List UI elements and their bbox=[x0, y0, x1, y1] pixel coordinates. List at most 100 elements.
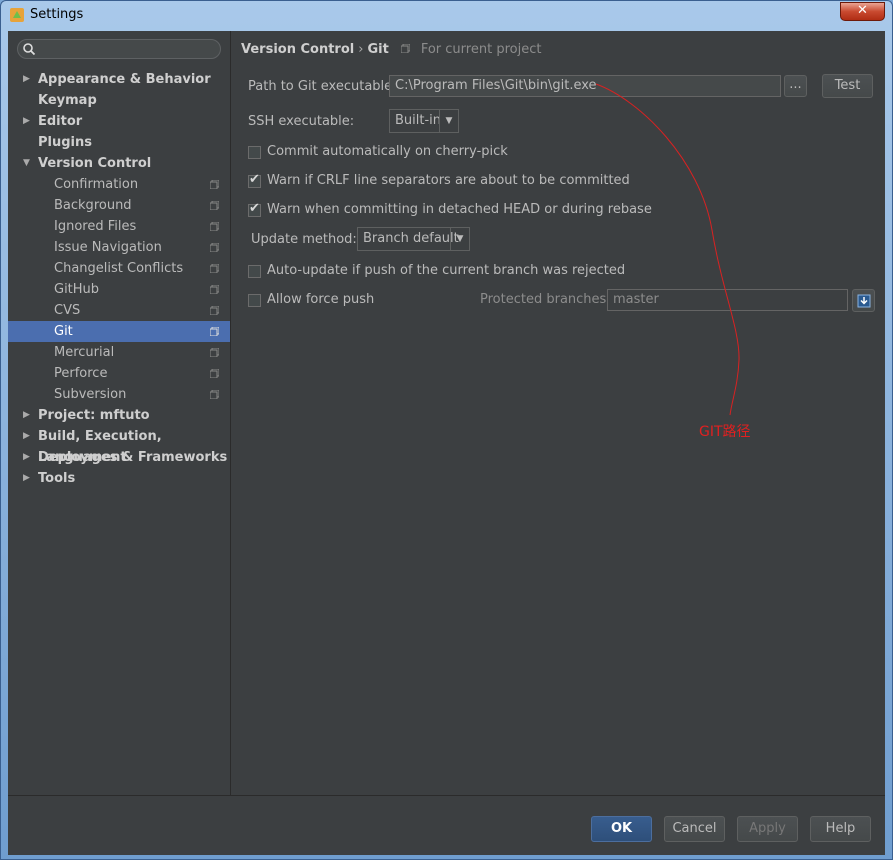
test-button[interactable]: Test bbox=[822, 74, 873, 98]
check-icon: ✔ bbox=[249, 201, 260, 216]
project-scope-icon bbox=[210, 222, 219, 231]
expand-arrow-icon[interactable]: ▶ bbox=[23, 426, 30, 447]
settings-window: Settings ✕ ▶ Appearance & Behavior Keyma… bbox=[0, 0, 893, 860]
for-current-project-note: For current project bbox=[420, 42, 542, 57]
sidebar-item-ignored-files[interactable]: Ignored Files bbox=[8, 216, 230, 237]
sidebar-item-label: Confirmation bbox=[54, 177, 139, 192]
ssh-label: SSH executable: bbox=[248, 114, 355, 129]
search-input[interactable] bbox=[17, 39, 221, 59]
collapse-arrow-icon[interactable]: ▼ bbox=[23, 153, 30, 174]
update-method-select[interactable]: Branch default ▼ bbox=[357, 227, 470, 251]
update-method-selected-value: Branch default bbox=[363, 231, 459, 246]
window-title: Settings bbox=[30, 7, 84, 22]
sidebar-item-perforce[interactable]: Perforce bbox=[8, 363, 230, 384]
sidebar-item-github[interactable]: GitHub bbox=[8, 279, 230, 300]
auto-update-checkbox[interactable] bbox=[248, 265, 261, 278]
sidebar-item-label: GitHub bbox=[54, 282, 100, 297]
sidebar-item-confirmation[interactable]: Confirmation bbox=[8, 174, 230, 195]
update-method-label: Update method: bbox=[251, 232, 357, 247]
project-scope-icon bbox=[210, 306, 219, 315]
sidebar-item-subversion[interactable]: Subversion bbox=[8, 384, 230, 405]
protected-branches-input[interactable]: master bbox=[607, 289, 848, 311]
sidebar-item-label: Keymap bbox=[38, 93, 97, 108]
expand-arrow-icon[interactable]: ▶ bbox=[23, 405, 30, 426]
settings-sidebar: ▶ Appearance & Behavior Keymap ▶ Editor … bbox=[8, 31, 231, 795]
sidebar-item-cvs[interactable]: CVS bbox=[8, 300, 230, 321]
sidebar-item-keymap[interactable]: Keymap bbox=[8, 90, 230, 111]
ok-button[interactable]: OK bbox=[591, 816, 652, 842]
help-button[interactable]: Help bbox=[810, 816, 871, 842]
sidebar-item-changelist-conflicts[interactable]: Changelist Conflicts bbox=[8, 258, 230, 279]
sidebar-item-label: Git bbox=[54, 324, 73, 339]
annotation-text: GIT路径 bbox=[699, 424, 751, 440]
search-icon bbox=[23, 43, 36, 56]
protected-branches-label: Protected branches: bbox=[480, 292, 611, 307]
expand-arrow-icon[interactable]: ▶ bbox=[23, 447, 30, 468]
sidebar-item-label: Ignored Files bbox=[54, 219, 137, 234]
ssh-executable-select[interactable]: Built-in ▼ bbox=[389, 109, 459, 133]
title-bar[interactable]: Settings ✕ bbox=[1, 1, 892, 31]
git-path-input[interactable]: C:\Program Files\Git\bin\git.exe bbox=[389, 75, 781, 97]
cancel-button[interactable]: Cancel bbox=[664, 816, 725, 842]
close-button[interactable]: ✕ bbox=[840, 2, 885, 21]
sidebar-item-label: Subversion bbox=[54, 387, 127, 402]
expand-arrow-icon[interactable]: ▶ bbox=[23, 468, 30, 489]
sidebar-item-project[interactable]: ▶ Project: mftuto bbox=[8, 405, 230, 426]
chevron-down-icon[interactable]: ▼ bbox=[450, 228, 469, 250]
sidebar-item-label: Languages & Frameworks bbox=[38, 450, 228, 465]
crlf-checkbox[interactable]: ✔ bbox=[248, 172, 261, 188]
sidebar-item-plugins[interactable]: Plugins bbox=[8, 132, 230, 153]
breadcrumb-git: Git bbox=[367, 42, 389, 57]
sidebar-item-label: Appearance & Behavior bbox=[38, 72, 211, 87]
sidebar-item-mercurial[interactable]: Mercurial bbox=[8, 342, 230, 363]
breadcrumb-separator: › bbox=[358, 42, 364, 57]
project-scope-icon bbox=[210, 285, 219, 294]
path-label: Path to Git executable: bbox=[248, 79, 397, 94]
check-icon: ✔ bbox=[249, 172, 260, 187]
sidebar-item-appearance[interactable]: ▶ Appearance & Behavior bbox=[8, 69, 230, 90]
dialog-footer: OK Cancel Apply Help bbox=[8, 795, 885, 855]
project-scope-icon bbox=[210, 243, 219, 252]
project-scope-icon bbox=[400, 43, 411, 54]
project-scope-icon bbox=[210, 390, 219, 399]
sidebar-item-label: Issue Navigation bbox=[54, 240, 162, 255]
download-icon bbox=[857, 294, 870, 308]
detached-head-label: Warn when committing in detached HEAD or… bbox=[267, 202, 652, 217]
settings-client: ▶ Appearance & Behavior Keymap ▶ Editor … bbox=[8, 31, 885, 855]
sidebar-item-label: Plugins bbox=[38, 135, 92, 150]
force-push-label: Allow force push bbox=[267, 292, 375, 307]
intellij-app-icon bbox=[10, 8, 24, 22]
sidebar-item-issue-navigation[interactable]: Issue Navigation bbox=[8, 237, 230, 258]
import-branches-button[interactable] bbox=[852, 289, 875, 312]
sidebar-item-label: Mercurial bbox=[54, 345, 115, 360]
crlf-label: Warn if CRLF line separators are about t… bbox=[267, 173, 630, 188]
ssh-selected-value: Built-in bbox=[395, 113, 442, 128]
sidebar-item-editor[interactable]: ▶ Editor bbox=[8, 111, 230, 132]
sidebar-item-label: Project: mftuto bbox=[38, 408, 150, 423]
apply-button[interactable]: Apply bbox=[737, 816, 798, 842]
cherry-pick-label: Commit automatically on cherry-pick bbox=[267, 144, 508, 159]
sidebar-item-label: Changelist Conflicts bbox=[54, 261, 184, 276]
force-push-checkbox[interactable] bbox=[248, 294, 261, 307]
sidebar-item-git[interactable]: Git bbox=[8, 321, 230, 342]
sidebar-item-build[interactable]: ▶ Build, Execution, Deployment bbox=[8, 426, 230, 465]
chevron-down-icon[interactable]: ▼ bbox=[439, 110, 458, 132]
project-scope-icon bbox=[210, 264, 219, 273]
browse-button[interactable]: ... bbox=[784, 75, 807, 97]
project-scope-icon bbox=[210, 327, 219, 336]
project-scope-icon bbox=[210, 369, 219, 378]
expand-arrow-icon[interactable]: ▶ bbox=[23, 111, 30, 132]
auto-update-label: Auto-update if push of the current branc… bbox=[267, 263, 626, 278]
project-scope-icon bbox=[210, 201, 219, 210]
cherry-pick-checkbox[interactable] bbox=[248, 146, 261, 159]
breadcrumb-version-control: Version Control bbox=[241, 42, 355, 57]
sidebar-item-languages[interactable]: ▶ Languages & Frameworks bbox=[8, 447, 230, 468]
sidebar-item-label: Tools bbox=[38, 471, 76, 486]
sidebar-item-version-control[interactable]: ▼ Version Control bbox=[8, 153, 230, 174]
detached-head-checkbox[interactable]: ✔ bbox=[248, 201, 261, 217]
sidebar-item-tools[interactable]: ▶ Tools bbox=[8, 468, 230, 489]
sidebar-item-background[interactable]: Background bbox=[8, 195, 230, 216]
expand-arrow-icon[interactable]: ▶ bbox=[23, 69, 30, 90]
sidebar-item-label: Version Control bbox=[38, 156, 152, 171]
sidebar-item-label: Background bbox=[54, 198, 132, 213]
